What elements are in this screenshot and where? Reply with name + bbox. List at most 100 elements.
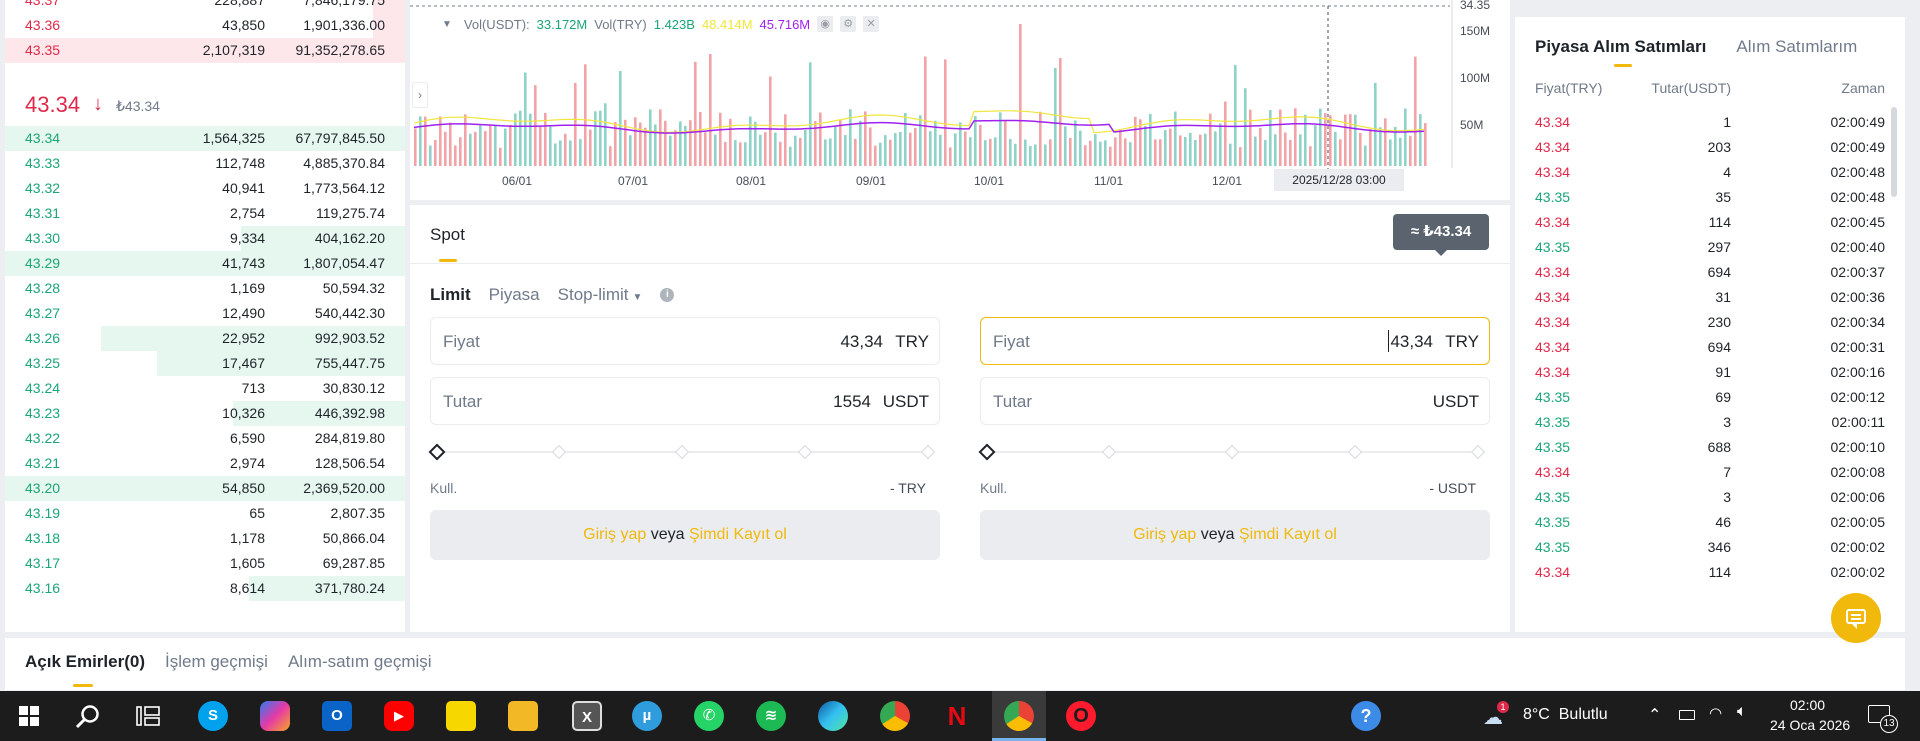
spotify-icon[interactable]: ≋ [756,701,786,731]
order-book-row[interactable]: 43.32 40,941 1,773,564.12 [5,176,405,201]
clock-time[interactable]: 02:00 [1790,697,1825,713]
youtube-icon[interactable]: ▶ [384,701,414,731]
volume-bar [1154,139,1157,166]
tab-limit[interactable]: Limit [430,285,471,305]
order-book-row[interactable]: 43.33 112,748 4,885,370.84 [5,151,405,176]
file-explorer-icon[interactable] [508,701,538,731]
tab-order-history[interactable]: İşlem geçmişi [165,652,268,672]
sell-login-button[interactable]: Giriş yap veya Şimdi Kayıt ol [980,510,1490,560]
order-book-row[interactable]: 43.27 12,490 540,442.30 [5,301,405,326]
slider-step-50[interactable] [1224,444,1240,460]
order-book-row[interactable]: 43.19 65 2,807.35 [5,501,405,526]
utorrent-icon[interactable]: µ [632,701,662,731]
slider-step-0[interactable] [978,443,996,461]
buy-percent-slider[interactable] [428,442,940,462]
tab-open-orders[interactable]: Açık Emirler(0) [25,652,145,672]
order-book-row[interactable]: 43.26 22,952 992,903.52 [5,326,405,351]
task-view-icon[interactable] [136,706,160,726]
volume-bar [464,114,467,166]
buy-price-field[interactable]: Fiyat 43,34 TRY [430,317,940,365]
order-book-row[interactable]: 43.30 9,334 404,162.20 [5,226,405,251]
close-icon[interactable]: ✕ [863,16,880,32]
order-book-row[interactable]: 43.34 1,564,325 67,797,845.50 [5,126,405,151]
opera-icon[interactable]: O [1066,701,1096,731]
copilot-icon[interactable] [260,701,290,731]
info-icon[interactable]: i [660,288,675,302]
volume-bar [834,126,837,166]
help-icon[interactable]: ? [1351,701,1381,731]
slider-step-50[interactable] [674,444,690,460]
slider-step-0[interactable] [428,443,446,461]
legend-vol-usdt-label: Vol(USDT): [463,16,530,32]
order-book-row[interactable]: 43.28 1,169 50,594.32 [5,276,405,301]
collapse-caret-icon[interactable]: ▼ [442,19,452,30]
settings-icon[interactable]: ⚙ [840,16,857,32]
scrollbar[interactable] [1891,107,1897,197]
sell-amount-field[interactable]: Tutar USDT [980,377,1490,425]
slider-step-25[interactable] [551,444,567,460]
tab-trade-history[interactable]: Alım-satım geçmişi [288,652,432,672]
tab-market-trades[interactable]: Piyasa Alım Satımları [1535,37,1706,57]
tab-my-trades[interactable]: Alım Satımlarım [1736,37,1857,57]
order-book-last-price[interactable]: 43.34 ↓ ₺43.34 [5,86,405,126]
clock-date[interactable]: 24 Oca 2026 [1770,717,1850,733]
netflix-icon[interactable]: N [942,701,972,731]
slider-step-100[interactable] [1470,444,1486,460]
chevron-right-icon[interactable]: › [412,82,428,108]
weather-widget[interactable]: ☁ 1 8°C Bulutlu [1483,701,1633,729]
trade-time: 02:00:02 [1830,539,1886,555]
chart-panel[interactable]: ▼ Vol(USDT): 33.172M Vol(TRY) 1.423B 48.… [410,0,1510,200]
slider-step-75[interactable] [1347,444,1363,460]
tab-spot[interactable]: Spot [430,225,465,245]
order-book-row[interactable]: 43.37 228,887 7,846,179.75 [5,0,405,13]
tab-market[interactable]: Piyasa [489,285,540,305]
order-book-row[interactable]: 43.29 41,743 1,807,054.47 [5,251,405,276]
xampp-icon[interactable]: X [572,701,602,731]
sell-percent-slider[interactable] [978,442,1490,462]
volume-bar [924,56,927,166]
chat-button[interactable] [1831,593,1881,643]
buy-amount-field[interactable]: Tutar 1554 USDT [430,377,940,425]
slider-step-25[interactable] [1101,444,1117,460]
order-book-row[interactable]: 43.22 6,590 284,819.80 [5,426,405,451]
whatsapp-icon[interactable]: ✆ [694,701,724,731]
tab-stop-limit[interactable]: Stop-limit ▼ [558,285,643,305]
chrome-active-icon[interactable] [992,691,1046,741]
order-book-row[interactable]: 43.23 10,326 446,392.98 [5,401,405,426]
register-link[interactable]: Şimdi Kayıt ol [1239,526,1337,543]
order-book-row[interactable]: 43.24 713 30,830.12 [5,376,405,401]
chevron-up-icon[interactable]: ⌃ [1648,705,1661,725]
chrome-icon[interactable] [880,701,910,731]
buy-login-button[interactable]: Giriş yap veya Şimdi Kayıt ol [430,510,940,560]
order-book-row[interactable]: 43.18 1,178 50,866.04 [5,526,405,551]
slider-step-100[interactable] [920,444,936,460]
sticky-notes-icon[interactable] [446,701,476,731]
order-book-row[interactable]: 43.36 43,850 1,901,336.00 [5,13,405,38]
volume-icon[interactable]: 🔈︎ [1737,703,1747,721]
order-book-row[interactable]: 43.31 2,754 119,275.74 [5,201,405,226]
outlook-icon[interactable]: O [322,701,352,731]
sell-price-field[interactable]: Fiyat 43,34 TRY [980,317,1490,365]
search-icon[interactable] [75,704,101,730]
order-book-row[interactable]: 43.21 2,974 128,506.54 [5,451,405,476]
eye-icon[interactable]: ◉ [817,16,834,32]
slider-step-75[interactable] [797,444,813,460]
volume-bar [799,137,802,166]
order-book-amount: 228,887 [214,0,265,8]
volume-bar [589,129,592,166]
battery-icon[interactable] [1679,710,1695,720]
order-book-row[interactable]: 43.35 2,107,319 91,352,278.65 [5,38,405,63]
windows-start-icon[interactable] [19,706,39,726]
register-link[interactable]: Şimdi Kayıt ol [689,526,787,543]
login-link[interactable]: Giriş yap [1133,526,1196,543]
order-book-row[interactable]: 43.16 8,614 371,780.24 [5,576,405,601]
volume-bar [1104,140,1107,166]
skype-icon[interactable]: S [198,701,228,731]
order-book-row[interactable]: 43.17 1,605 69,287.85 [5,551,405,576]
login-link[interactable]: Giriş yap [583,526,646,543]
wifi-icon[interactable]: ◠ [1709,704,1722,722]
order-book-row[interactable]: 43.25 17,467 755,447.75 [5,351,405,376]
edge-icon[interactable] [818,701,848,731]
order-book-row[interactable]: 43.20 54,850 2,369,520.00 [5,476,405,501]
order-book-price: 43.26 [25,330,61,346]
